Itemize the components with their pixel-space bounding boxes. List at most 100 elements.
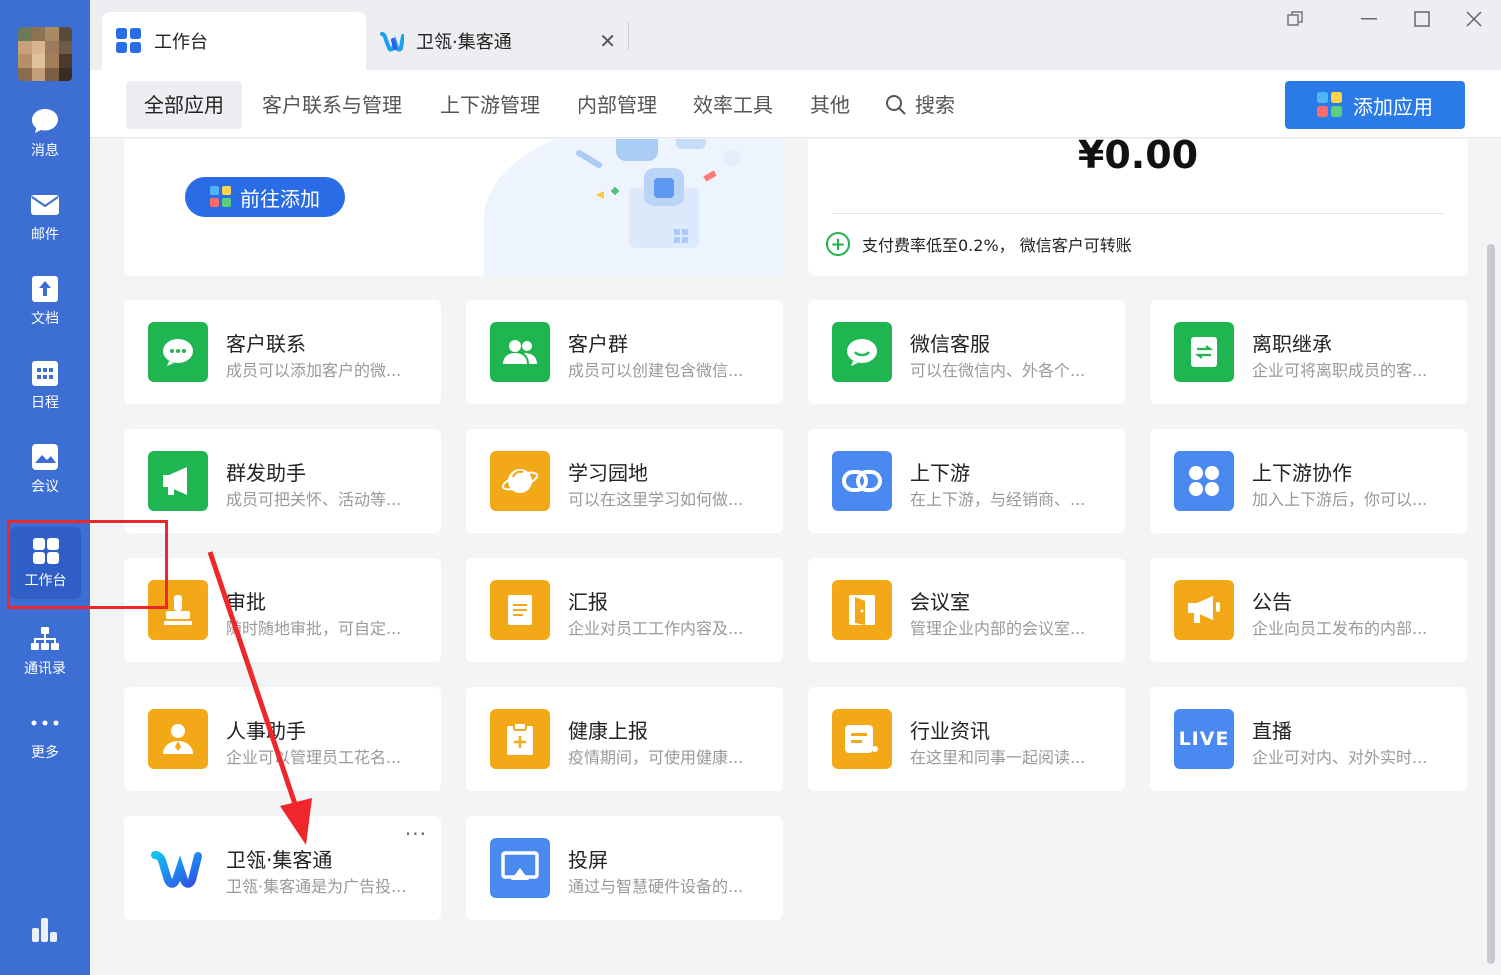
- category-supply-chain[interactable]: 上下游管理: [440, 81, 540, 129]
- app-description: 随时随地审批，可自定...: [226, 619, 402, 638]
- sidebar-item-calendar[interactable]: 日程: [0, 350, 90, 420]
- app-card[interactable]: 卫瓴·集客通 卫瓴·集客通是为广告投... ···: [124, 816, 441, 920]
- add-app-banner: 前往添加: [124, 139, 784, 276]
- report-icon: [490, 580, 550, 640]
- app-card[interactable]: 行业资讯 在这里和同事一起阅读...: [808, 687, 1125, 791]
- app-name: 离职继承: [1252, 332, 1332, 356]
- app-name: 直播: [1252, 719, 1292, 743]
- app-card[interactable]: 审批 随时随地审批，可自定...: [124, 558, 441, 662]
- close-window-icon[interactable]: [1459, 8, 1489, 30]
- search-icon: [886, 95, 906, 115]
- payment-note[interactable]: + 支付费率低至0.2%， 微信客户可转账: [826, 232, 1132, 256]
- scrollbar[interactable]: [1487, 244, 1495, 964]
- app-card[interactable]: 汇报 企业对员工工作内容及...: [466, 558, 783, 662]
- add-app-button[interactable]: 添加应用: [1285, 81, 1465, 129]
- app-card[interactable]: 离职继承企业可将离职成员的客...: [1150, 300, 1467, 404]
- app-grid-area: 前往添加 ¥0.00 + 支付费率低至0.2%， 微信客户可转账 客户联系 成员可…: [90, 139, 1501, 975]
- org-chart-icon: [30, 624, 60, 654]
- chat-bubble-icon: [30, 106, 60, 136]
- sidebar: 消息 邮件 文档 日程 会议 工作台 通讯录 更多: [0, 0, 90, 975]
- more-dots-icon: [30, 708, 60, 738]
- sidebar-item-more[interactable]: 更多: [0, 700, 90, 770]
- news-icon: [832, 709, 892, 769]
- sidebar-item-meeting[interactable]: 会议: [0, 434, 90, 504]
- category-other[interactable]: 其他: [810, 81, 850, 129]
- service-chat-icon: [832, 322, 892, 382]
- tab-label: 卫瓴·集客通: [416, 32, 512, 53]
- stats-icon[interactable]: [30, 914, 60, 948]
- sidebar-item-contacts[interactable]: 通讯录: [0, 616, 90, 686]
- app-name: 上下游协作: [1252, 461, 1352, 485]
- sidebar-item-label: 会议: [31, 479, 59, 495]
- app-card[interactable]: 公告 企业向员工发布的内部...: [1150, 558, 1467, 662]
- avatar[interactable]: [18, 27, 72, 81]
- app-card[interactable]: 群发助手 成员可把关怀、活动等...: [124, 429, 441, 533]
- app-description: 可以在这里学习如何做...: [568, 490, 744, 509]
- sidebar-item-label: 文档: [31, 311, 59, 327]
- app-description: 在上下游，与经销商、...: [910, 490, 1086, 509]
- door-icon: [832, 580, 892, 640]
- maximize-icon[interactable]: [1407, 8, 1437, 30]
- app-description: 企业可以管理员工花名...: [226, 748, 402, 767]
- app-name: 会议室: [910, 590, 970, 614]
- transfer-icon: [1174, 322, 1234, 382]
- tab-workbench[interactable]: 工作台: [102, 12, 366, 70]
- close-icon[interactable]: ✕: [599, 29, 616, 53]
- app-card[interactable]: 客户联系 成员可以添加客户的微...: [124, 300, 441, 404]
- live-icon-text: LIVE: [1178, 728, 1230, 750]
- sidebar-item-mail[interactable]: 邮件: [0, 182, 90, 252]
- tab-weiling[interactable]: 卫瓴·集客通 ✕: [366, 12, 630, 70]
- app-card[interactable]: 上下游协作 加入上下游后，你可以...: [1150, 429, 1467, 533]
- app-name: 卫瓴·集客通: [226, 848, 333, 872]
- chat-icon: [148, 322, 208, 382]
- minimize-icon[interactable]: [1354, 8, 1384, 30]
- category-internal-management[interactable]: 内部管理: [577, 81, 657, 129]
- app-name: 微信客服: [910, 332, 990, 356]
- app-card[interactable]: 上下游 在上下游，与经销商、...: [808, 429, 1125, 533]
- app-card[interactable]: 客户群 成员可以创建包含微信...: [466, 300, 783, 404]
- app-card[interactable]: 学习园地可以在这里学习如何做...: [466, 429, 783, 533]
- search-button[interactable]: 搜索: [885, 81, 955, 129]
- goto-add-button[interactable]: 前往添加: [185, 177, 345, 217]
- app-description: 成员可以创建包含微信...: [568, 361, 744, 380]
- category-all-apps[interactable]: 全部应用: [126, 81, 242, 129]
- person-icon: [148, 709, 208, 769]
- category-bar: 全部应用 客户联系与管理 上下游管理 内部管理 效率工具 其他 搜索 添加应用: [90, 70, 1501, 138]
- document-icon: [30, 274, 60, 304]
- app-description: 企业可将离职成员的客...: [1252, 361, 1428, 380]
- sidebar-item-workbench[interactable]: 工作台: [10, 527, 81, 599]
- app-card[interactable]: LIVE 直播企业可对内、对外实时...: [1150, 687, 1467, 791]
- add-app-label: 添加应用: [1353, 94, 1433, 119]
- app-card[interactable]: 人事助手 企业可以管理员工花名...: [124, 687, 441, 791]
- more-options-icon[interactable]: ···: [405, 822, 427, 846]
- balance-amount: ¥0.00: [1077, 139, 1199, 177]
- link-icon: [832, 451, 892, 511]
- category-efficiency-tools[interactable]: 效率工具: [693, 81, 773, 129]
- weiling-logo-icon: [148, 838, 208, 898]
- restore-window-icon[interactable]: [1280, 8, 1310, 30]
- tab-label: 工作台: [154, 32, 208, 53]
- app-name: 投屏: [568, 848, 608, 872]
- sidebar-item-label: 日程: [31, 395, 59, 411]
- app-card[interactable]: 投屏通过与智慧硬件设备的...: [466, 816, 783, 920]
- search-label: 搜索: [915, 93, 955, 117]
- grid-dots-icon: [1174, 451, 1234, 511]
- sidebar-item-label: 通讯录: [24, 661, 66, 677]
- app-description: 企业可对内、对外实时...: [1252, 748, 1428, 767]
- app-name: 学习园地: [568, 461, 648, 485]
- goto-add-label: 前往添加: [240, 186, 320, 211]
- plus-circle-icon: +: [826, 232, 850, 256]
- category-customer-contact[interactable]: 客户联系与管理: [262, 81, 402, 129]
- app-card[interactable]: 微信客服可以在微信内、外各个...: [808, 300, 1125, 404]
- stamp-icon: [148, 580, 208, 640]
- app-card[interactable]: 会议室 管理企业内部的会议室...: [808, 558, 1125, 662]
- workbench-grid-icon: [31, 536, 61, 566]
- app-description: 通过与智慧硬件设备的...: [568, 877, 744, 896]
- sidebar-item-docs[interactable]: 文档: [0, 266, 90, 336]
- app-description: 可以在微信内、外各个...: [910, 361, 1086, 380]
- sidebar-item-messages[interactable]: 消息: [0, 98, 90, 168]
- app-card[interactable]: 健康上报 疫情期间，可使用健康...: [466, 687, 783, 791]
- announce-icon: [1174, 580, 1234, 640]
- app-name: 健康上报: [568, 719, 648, 743]
- workbench-grid-icon: [116, 28, 142, 54]
